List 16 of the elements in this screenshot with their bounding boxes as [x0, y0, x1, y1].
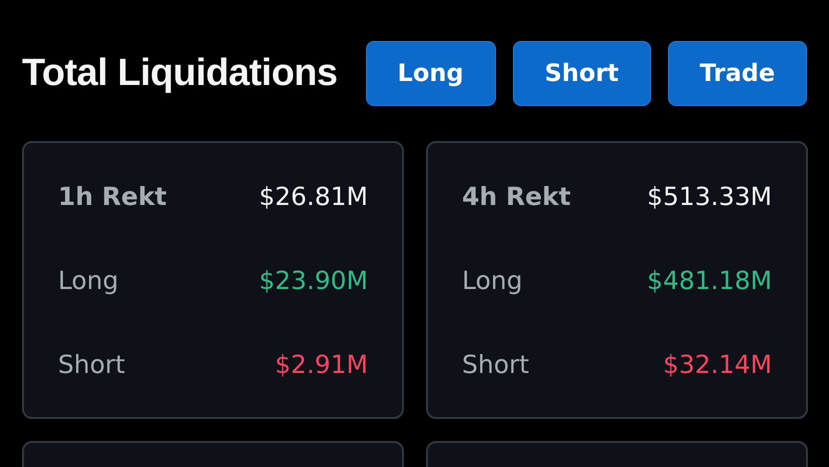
- stat-label: Short: [462, 350, 530, 378]
- stat-value: $513.33M: [647, 182, 772, 210]
- stat-label: Long: [462, 266, 522, 294]
- action-button[interactable]: Trade: [668, 40, 807, 106]
- stat-label: 4h Rekt: [462, 182, 571, 210]
- stat-value: $2.91M: [274, 350, 368, 378]
- stat-label: 1h Rekt: [58, 182, 167, 210]
- stat-value: $481.18M: [647, 266, 772, 294]
- action-button[interactable]: Short: [512, 40, 651, 106]
- stat-value: $26.81M: [258, 182, 368, 210]
- stat-value: $23.90M: [258, 266, 368, 294]
- action-button[interactable]: Long: [366, 40, 496, 106]
- page-title: Total Liquidations: [22, 52, 338, 94]
- stat-label: Long: [58, 266, 118, 294]
- stat-value: $32.14M: [662, 350, 772, 378]
- stat-label: Short: [58, 350, 126, 378]
